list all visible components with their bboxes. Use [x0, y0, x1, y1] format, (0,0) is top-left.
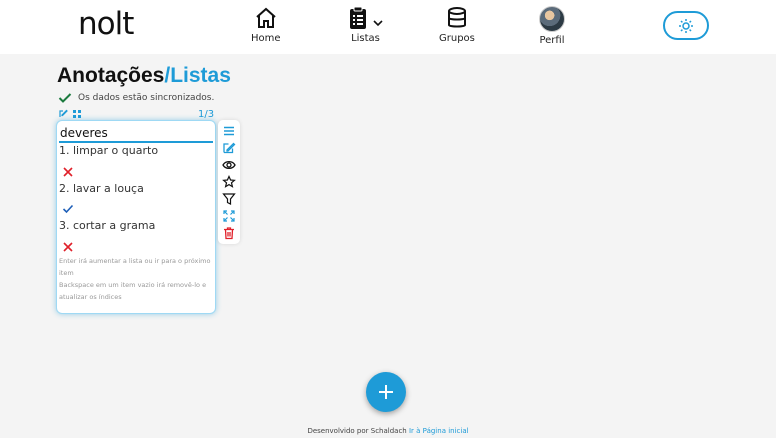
- list-card: 1. limpar o quarto 2. lavar a louça 3. c…: [56, 120, 216, 314]
- list-item[interactable]: 2. lavar a louça: [59, 182, 144, 195]
- footer-credit: Desenvolvido por Schaldach: [307, 427, 407, 435]
- sync-status: Os dados estão sincronizados.: [58, 92, 214, 104]
- list-item[interactable]: 1. limpar o quarto: [59, 144, 158, 157]
- list-counter: 1/3: [198, 109, 215, 120]
- edit-icon[interactable]: [58, 109, 68, 119]
- eye-icon[interactable]: [222, 158, 236, 172]
- expand-icon[interactable]: [222, 209, 236, 223]
- logo[interactable]: nolt: [78, 6, 134, 42]
- avatar: [539, 6, 565, 32]
- edit-icon[interactable]: [222, 141, 236, 155]
- star-icon[interactable]: [222, 175, 236, 189]
- check-icon: [58, 93, 72, 103]
- footer: Desenvolvido por Schaldach Ir à Página i…: [0, 427, 776, 435]
- nav-perfil-label: Perfil: [539, 35, 565, 46]
- list-title-input[interactable]: [59, 124, 213, 143]
- clipboard-list-icon: [350, 6, 366, 29]
- check-icon[interactable]: [62, 203, 74, 215]
- nav-grupos-label: Grupos: [439, 33, 475, 44]
- home-page-link[interactable]: Ir à Página inicial: [409, 427, 469, 435]
- grid-icon[interactable]: [72, 109, 82, 119]
- nav-home-label: Home: [251, 33, 281, 44]
- nav-listas-label: Listas: [351, 33, 380, 44]
- remove-icon[interactable]: [62, 166, 74, 178]
- list-tools: [58, 109, 82, 119]
- top-bar: nolt Home Listas Grupos Perfil: [0, 0, 776, 54]
- nav-home[interactable]: Home: [251, 6, 281, 44]
- page-title: Anotações/Listas: [57, 64, 231, 88]
- nav-listas[interactable]: Listas: [347, 6, 384, 44]
- chevron-down-icon: [373, 20, 383, 27]
- page-title-lists[interactable]: /Listas: [164, 64, 231, 87]
- sun-icon: [679, 18, 693, 33]
- filter-icon[interactable]: [222, 192, 236, 206]
- hint-backspace: Backspace em um item vazio irá removê-lo…: [59, 281, 207, 301]
- theme-toggle-button[interactable]: [663, 11, 709, 40]
- menu-icon[interactable]: [222, 124, 236, 138]
- list-actions-bar: [218, 120, 240, 244]
- add-list-button[interactable]: [366, 372, 406, 412]
- plus-icon: [379, 385, 393, 399]
- sync-status-text: Os dados estão sincronizados.: [78, 93, 215, 103]
- remove-icon[interactable]: [62, 241, 74, 253]
- home-icon: [256, 7, 276, 28]
- database-icon: [447, 7, 466, 28]
- list-item[interactable]: 3. cortar a grama: [59, 219, 155, 232]
- nav-perfil[interactable]: Perfil: [539, 6, 565, 46]
- page-title-notes: Anotações: [57, 64, 165, 87]
- nav-grupos[interactable]: Grupos: [439, 6, 475, 44]
- trash-icon[interactable]: [222, 226, 236, 240]
- hint-enter: Enter irá aumentar a lista ou ir para o …: [59, 257, 211, 277]
